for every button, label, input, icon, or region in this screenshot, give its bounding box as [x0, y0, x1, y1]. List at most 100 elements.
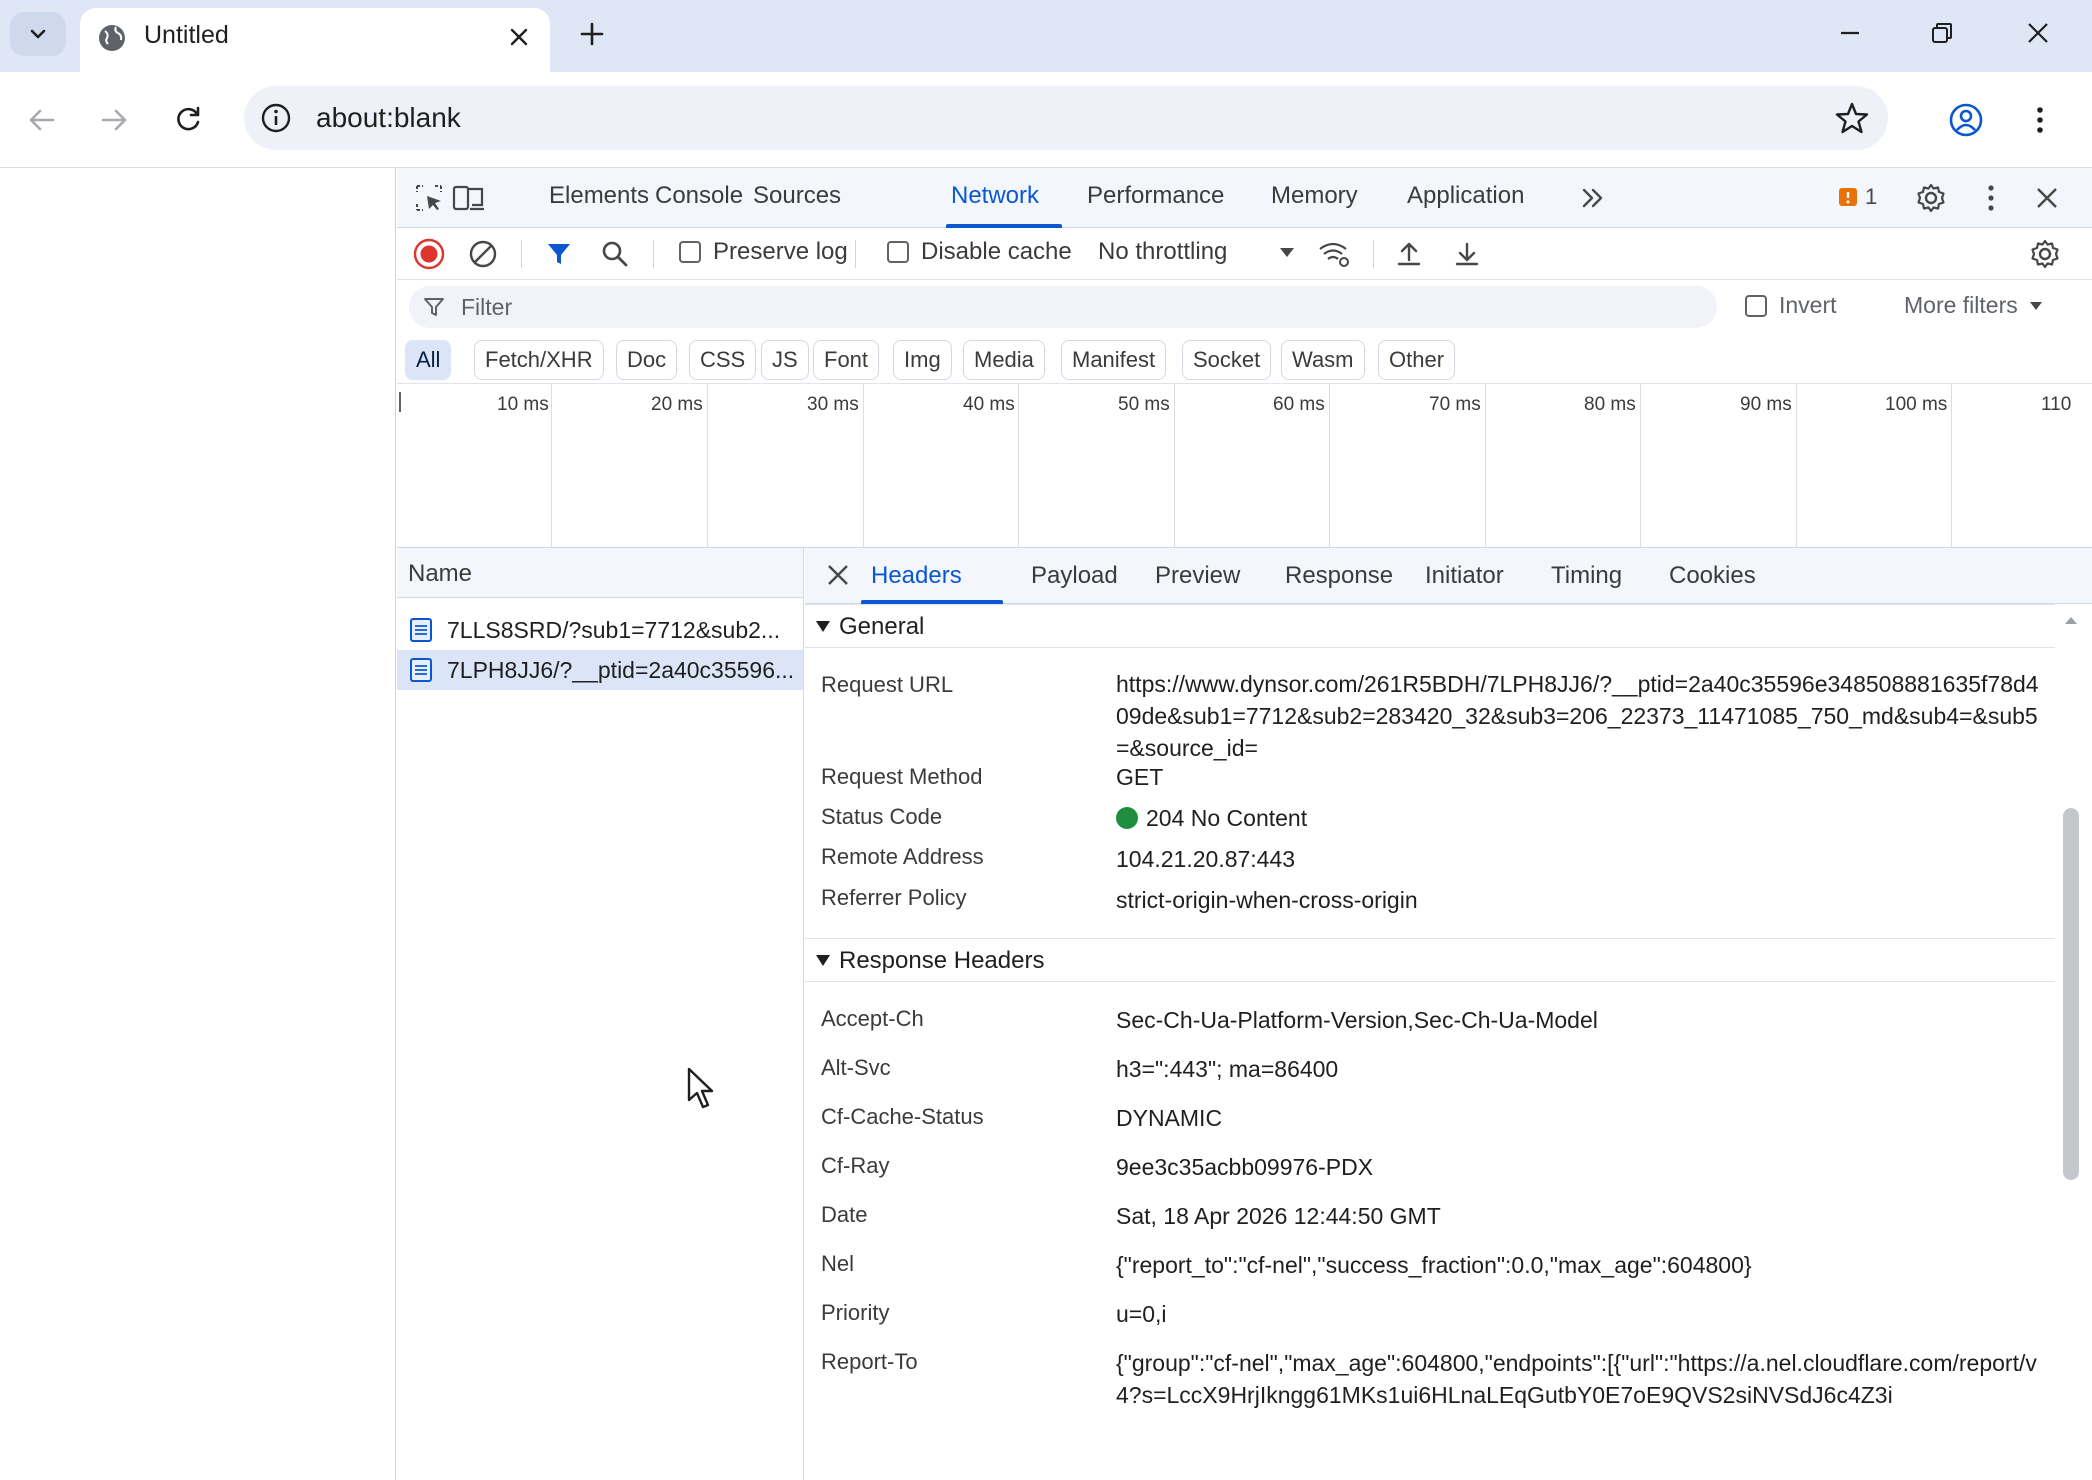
address-bar[interactable]: about:blank [244, 86, 1888, 150]
block-icon [469, 240, 497, 268]
arrow-right-icon [101, 109, 127, 131]
type-filter-fetch-xhr[interactable]: Fetch/XHR [474, 340, 604, 380]
tab-network[interactable]: Network [951, 182, 1039, 210]
star-icon[interactable] [1834, 100, 1870, 136]
devtools-settings-button[interactable] [1913, 180, 1949, 216]
timeline-tick-label: 110 [2041, 394, 2072, 415]
checkbox-box[interactable] [1745, 294, 1767, 317]
type-filter-all[interactable]: All [405, 340, 452, 380]
forward-button[interactable] [92, 98, 136, 142]
minimize-button[interactable] [1808, 8, 1892, 58]
profile-button[interactable] [1942, 96, 1990, 144]
name-column-header[interactable]: Name [408, 560, 472, 588]
restore-button[interactable] [1900, 8, 1984, 58]
stop-recording-icon [413, 238, 445, 270]
type-filter-css[interactable]: CSS [689, 340, 757, 380]
url-text[interactable]: about:blank [316, 102, 461, 134]
referrer-policy-label: Referrer Policy [821, 885, 967, 910]
document-icon [410, 618, 432, 642]
new-tab-button[interactable] [572, 14, 612, 54]
tab-close-button[interactable] [502, 20, 536, 54]
filter-toggle-button[interactable] [541, 236, 577, 272]
tab-application[interactable]: Application [1407, 182, 1524, 210]
header-value: {"group":"cf-nel","max_age":604800,"endp… [1116, 1350, 2037, 1408]
header-key: Date [821, 1202, 868, 1227]
issues-counter[interactable]: 1 [1837, 184, 1877, 210]
arrow-left-icon [29, 109, 55, 131]
tab-performance[interactable]: Performance [1087, 182, 1224, 210]
checkbox-box[interactable] [679, 241, 701, 263]
invert-label: Invert [1779, 292, 1837, 318]
general-section-title: General [839, 613, 925, 640]
network-conditions-button[interactable] [1317, 236, 1353, 272]
clear-button[interactable] [465, 236, 501, 272]
gear-icon [2031, 239, 2059, 269]
inspect-element-button[interactable] [411, 180, 447, 216]
back-button[interactable] [20, 98, 64, 142]
timeline-tick-label: 10 ms [497, 394, 549, 415]
search-button[interactable] [597, 236, 633, 272]
invert-checkbox[interactable]: Invert [1745, 292, 1837, 319]
triangle-down-icon [816, 621, 830, 632]
general-section-header[interactable]: General [805, 604, 2055, 648]
type-filter-socket[interactable]: Socket [1182, 340, 1272, 380]
type-filter-wasm[interactable]: Wasm [1281, 340, 1365, 380]
scroll-up-arrow-icon[interactable] [2063, 612, 2079, 628]
tab-response[interactable]: Response [1285, 562, 1393, 590]
tab-elements[interactable]: Elements [549, 182, 649, 210]
plus-icon [580, 22, 604, 46]
close-details-button[interactable] [821, 558, 855, 592]
header-key: Priority [821, 1300, 890, 1325]
throttling-select[interactable]: No throttling [1098, 238, 1227, 266]
reload-button[interactable] [166, 98, 210, 142]
request-list-header[interactable]: Name [397, 548, 803, 598]
header-key: Accept-Ch [821, 1006, 924, 1031]
tab-cookies[interactable]: Cookies [1669, 562, 1756, 590]
type-filter-other[interactable]: Other [1378, 340, 1456, 380]
tab-timing[interactable]: Timing [1551, 562, 1622, 590]
tab-search-button[interactable] [10, 12, 66, 56]
timeline-tick-label: 50 ms [1118, 394, 1170, 415]
tab-sources[interactable]: Sources [753, 182, 841, 210]
request-row-selected[interactable]: 7LPH8JJ6/?__ptid=2a40c35596... [397, 650, 803, 690]
tab-preview[interactable]: Preview [1155, 562, 1240, 590]
tab-payload[interactable]: Payload [1031, 562, 1118, 590]
devtools-close-button[interactable] [2029, 180, 2065, 216]
tab-memory[interactable]: Memory [1271, 182, 1358, 210]
type-filter-js[interactable]: JS [761, 340, 809, 380]
details-scrollbar-thumb[interactable] [2063, 808, 2079, 1180]
import-har-button[interactable] [1391, 236, 1427, 272]
browser-menu-button[interactable] [2016, 96, 2064, 144]
checkbox-box[interactable] [887, 241, 909, 263]
document-icon [410, 658, 432, 682]
timeline-tick-label: 40 ms [963, 394, 1015, 415]
device-toolbar-button[interactable] [451, 180, 487, 216]
tab-console[interactable]: Console [655, 182, 743, 210]
type-filter-doc[interactable]: Doc [616, 340, 678, 380]
request-url-value: https://www.dynsor.com/261R5BDH/7LPH8JJ6… [1116, 671, 2039, 761]
more-filters-dropdown[interactable]: More filters [1904, 292, 2044, 319]
export-har-button[interactable] [1449, 236, 1485, 272]
caret-down-icon[interactable] [1277, 242, 1297, 262]
devtools-menu-button[interactable] [1973, 180, 2009, 216]
type-filter-img[interactable]: Img [893, 340, 952, 380]
type-filter-media[interactable]: Media [963, 340, 1045, 380]
preserve-log-checkbox[interactable]: Preserve log [679, 238, 848, 266]
type-filter-manifest[interactable]: Manifest [1061, 340, 1167, 380]
type-filter-font[interactable]: Font [813, 340, 880, 380]
browser-tab[interactable]: Untitled [80, 8, 550, 72]
info-icon[interactable] [260, 102, 292, 134]
more-tabs-button[interactable] [1575, 180, 1611, 216]
gear-icon [1917, 183, 1945, 213]
request-row[interactable]: 7LLS8SRD/?sub1=7712&sub2... [397, 610, 803, 650]
filter-input[interactable]: Filter [409, 286, 1717, 328]
response-headers-section-header[interactable]: Response Headers [805, 938, 2055, 982]
close-window-button[interactable] [1996, 8, 2080, 58]
request-method-label: Request Method [821, 764, 983, 789]
network-overview-timeline[interactable]: 10 ms 20 ms 30 ms 40 ms 50 ms 60 ms 70 m… [397, 384, 2092, 548]
network-settings-button[interactable] [2027, 236, 2063, 272]
disable-cache-checkbox[interactable]: Disable cache [887, 238, 1072, 266]
tab-headers[interactable]: Headers [871, 562, 962, 590]
tab-initiator[interactable]: Initiator [1425, 562, 1504, 590]
record-button[interactable] [411, 236, 447, 272]
